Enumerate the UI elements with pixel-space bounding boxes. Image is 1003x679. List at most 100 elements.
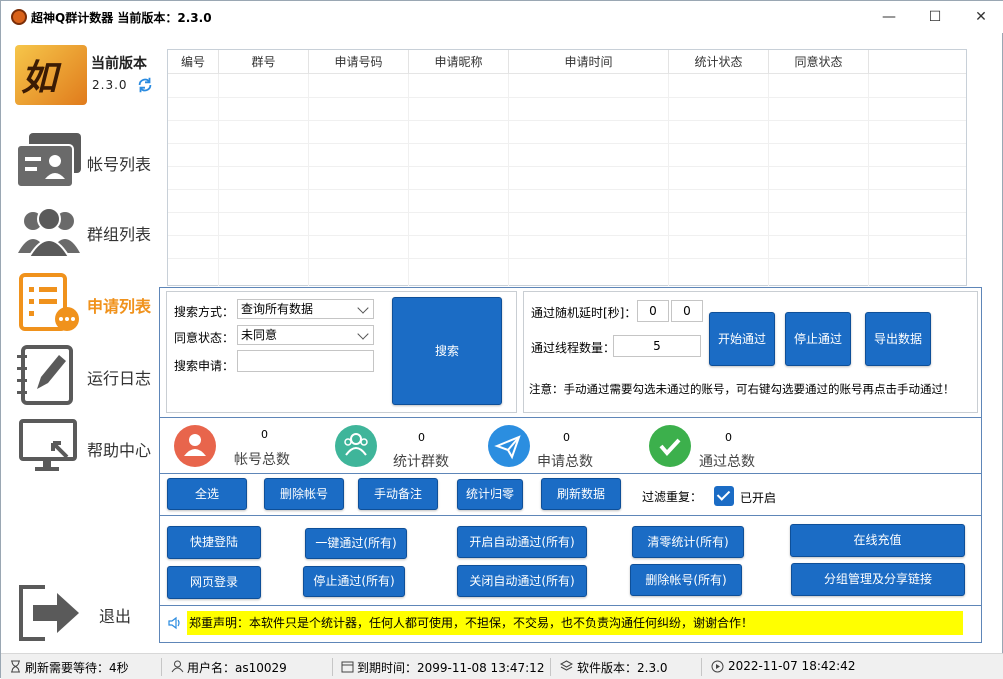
exit-label: 退出 xyxy=(99,607,132,626)
sidebar-item-label: 群组列表 xyxy=(87,225,152,244)
one-key-pass-button[interactable]: 一键通过(所有) xyxy=(305,528,407,559)
column-header[interactable]: 申请昵称 xyxy=(409,50,509,74)
search-method-label: 搜索方式： xyxy=(174,305,235,319)
exit-icon xyxy=(19,585,79,641)
user-icon xyxy=(171,660,184,673)
maximize-button[interactable]: ☐ xyxy=(912,1,958,33)
agree-status-value: 未同意 xyxy=(241,328,278,342)
stop-pass-button[interactable]: 停止通过 xyxy=(785,312,851,366)
stat-label: 通过总数 xyxy=(699,454,755,470)
stat-groups xyxy=(335,425,377,467)
web-login-button[interactable]: 网页登录 xyxy=(167,566,261,599)
delete-account-button[interactable]: 删除帐号 xyxy=(264,478,344,510)
version-number: 2.3.0 xyxy=(92,78,128,92)
checkmark-icon xyxy=(659,438,681,457)
delay-max-input[interactable]: 0 xyxy=(671,300,703,322)
clear-stats-button[interactable]: 清零统计(所有) xyxy=(632,526,744,558)
sidebar-item-groups[interactable]: 群组列表 xyxy=(15,201,160,261)
column-header[interactable]: 申请时间 xyxy=(509,50,669,74)
keyword-input[interactable] xyxy=(237,350,374,372)
column-header[interactable]: 同意状态 xyxy=(769,50,869,74)
stat-value: 0 xyxy=(418,431,425,444)
sidebar-item-label: 运行日志 xyxy=(87,369,152,388)
column-header[interactable]: 编号 xyxy=(168,50,219,74)
stat-reset-button[interactable]: 统计归零 xyxy=(457,479,523,510)
exit-button[interactable]: 退出 xyxy=(15,583,160,643)
search-method-select[interactable]: 查询所有数据 xyxy=(237,299,374,319)
agree-status-label: 同意状态： xyxy=(174,331,235,345)
main-window: 超神Q群计数器 当前版本：2.3.0 — ☐ ✕ 如意 当前版本 2.3.0 帐… xyxy=(0,0,1003,679)
filter-duplicate-checkbox[interactable] xyxy=(714,486,734,506)
stat-label: 统计群数 xyxy=(393,454,449,470)
calendar-icon xyxy=(341,661,354,673)
speaker-icon xyxy=(168,616,180,630)
minimize-button[interactable]: — xyxy=(866,1,912,33)
app-logo-icon xyxy=(11,9,27,25)
paper-plane-icon xyxy=(494,435,521,460)
stat-value: 0 xyxy=(261,428,268,441)
refresh-data-button[interactable]: 刷新数据 xyxy=(541,478,621,510)
account-card-icon xyxy=(16,133,81,188)
threads-label: 通过线程数量： xyxy=(531,341,616,355)
stat-label: 帐号总数 xyxy=(234,452,290,468)
filter-label: 过滤重复： xyxy=(642,490,703,504)
auto-pass-on-button[interactable]: 开启自动通过(所有) xyxy=(457,526,587,558)
sidebar-item-accounts[interactable]: 帐号列表 xyxy=(15,131,160,191)
stat-accounts xyxy=(174,425,216,467)
stat-value: 0 xyxy=(725,431,732,444)
expire-time-text: 到期时间：2099-11-08 13:47:12 xyxy=(357,661,545,675)
request-table[interactable]: 编号 群号 申请号码 申请昵称 申请时间 统计状态 同意状态 xyxy=(167,49,967,286)
search-button[interactable]: 搜索 xyxy=(392,297,502,405)
export-data-button[interactable]: 导出数据 xyxy=(865,312,931,366)
username-text: 用户名：as10029 xyxy=(187,661,287,675)
table-header: 编号 群号 申请号码 申请昵称 申请时间 统计状态 同意状态 xyxy=(168,50,966,74)
group-manage-button[interactable]: 分组管理及分享链接 xyxy=(791,563,965,596)
sidebar-item-logs[interactable]: 运行日志 xyxy=(15,345,160,405)
status-bar: 刷新需要等待：4秒 用户名：as10029 到期时间：2099-11-08 13… xyxy=(1,653,1003,679)
sidebar-item-requests[interactable]: 申请列表 xyxy=(15,273,160,333)
stat-label: 申请总数 xyxy=(537,454,593,470)
refresh-icon[interactable] xyxy=(136,76,154,94)
online-recharge-button[interactable]: 在线充值 xyxy=(790,524,965,557)
stat-value: 0 xyxy=(563,431,570,444)
users-group-icon xyxy=(18,207,80,258)
search-method-value: 查询所有数据 xyxy=(241,302,314,316)
sidebar-item-help[interactable]: 帮助中心 xyxy=(15,417,160,477)
manual-note-button[interactable]: 手动备注 xyxy=(358,478,438,510)
pass-note: 注意：手动通过需要勾选未通过的账号，可右键勾选要通过的账号再点击手动通过！ xyxy=(529,382,955,396)
filter-state: 已开启 xyxy=(740,491,777,505)
monitor-help-icon xyxy=(19,419,77,471)
keyword-label: 搜索申请： xyxy=(174,359,235,373)
layers-icon xyxy=(560,660,573,671)
title-bar: 超神Q群计数器 当前版本：2.3.0 — ☐ ✕ xyxy=(1,1,1003,33)
delete-all-accounts-button[interactable]: 删除帐号(所有) xyxy=(630,564,742,596)
agree-status-select[interactable]: 未同意 xyxy=(237,325,374,345)
quick-login-button[interactable]: 快捷登陆 xyxy=(167,526,261,559)
stop-pass-all-button[interactable]: 停止通过(所有) xyxy=(303,566,405,597)
clock-icon xyxy=(711,660,724,673)
version-title: 当前版本 xyxy=(91,56,147,72)
sidebar-item-label: 申请列表 xyxy=(87,297,152,316)
window-title: 超神Q群计数器 当前版本：2.3.0 xyxy=(31,11,212,25)
disclaimer-notice: 郑重声明：本软件只是个统计器，任何人都可使用，不担保，不交易，也不负责沟通任何纠… xyxy=(187,611,963,635)
person-icon xyxy=(184,434,206,456)
close-button[interactable]: ✕ xyxy=(958,1,1003,33)
column-header[interactable]: 统计状态 xyxy=(669,50,769,74)
app-logo: 如意 xyxy=(15,45,87,105)
chevron-down-icon xyxy=(357,302,369,314)
sidebar-item-label: 帐号列表 xyxy=(87,155,152,174)
column-header[interactable]: 群号 xyxy=(219,50,309,74)
delay-min-input[interactable]: 0 xyxy=(637,300,669,322)
refresh-wait-text: 刷新需要等待：4秒 xyxy=(25,661,129,675)
start-pass-button[interactable]: 开始通过 xyxy=(709,312,775,366)
threads-input[interactable]: 5 xyxy=(613,335,701,357)
request-list-icon xyxy=(19,273,79,331)
stat-requests xyxy=(488,425,530,467)
select-all-button[interactable]: 全选 xyxy=(167,478,247,510)
chevron-down-icon xyxy=(357,328,369,340)
column-header[interactable]: 申请号码 xyxy=(309,50,409,74)
hourglass-icon xyxy=(11,660,20,673)
auto-pass-off-button[interactable]: 关闭自动通过(所有) xyxy=(457,565,587,597)
delay-label: 通过随机延时[秒]： xyxy=(531,306,637,320)
software-version-text: 软件版本：2.3.0 xyxy=(577,661,668,675)
